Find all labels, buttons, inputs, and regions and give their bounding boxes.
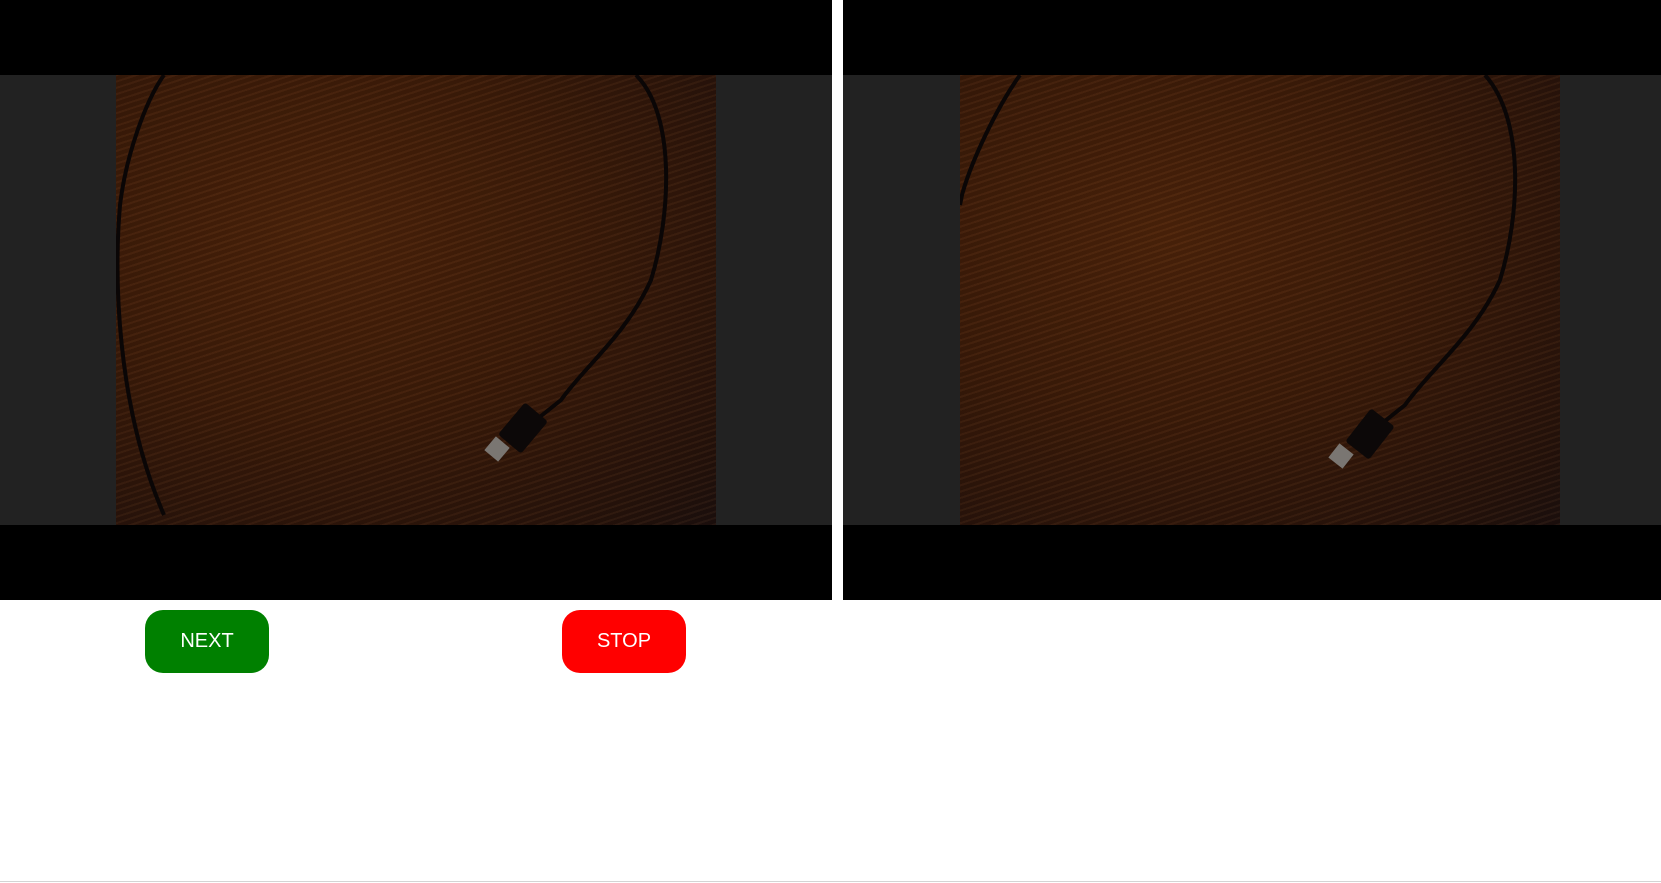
stop-button[interactable]: STOP (562, 610, 686, 673)
page: NEXT STOP (0, 0, 1661, 883)
local-video-image (116, 75, 716, 525)
next-button[interactable]: NEXT (145, 610, 269, 673)
remote-video (843, 0, 1661, 600)
remote-video-image (960, 75, 1560, 525)
local-video (0, 0, 832, 600)
local-usb-cable-icon (116, 75, 669, 516)
bottom-divider (0, 881, 1661, 882)
remote-usb-cable-icon (960, 75, 1518, 469)
local-video-frame (0, 75, 832, 525)
remote-video-frame (843, 75, 1661, 525)
